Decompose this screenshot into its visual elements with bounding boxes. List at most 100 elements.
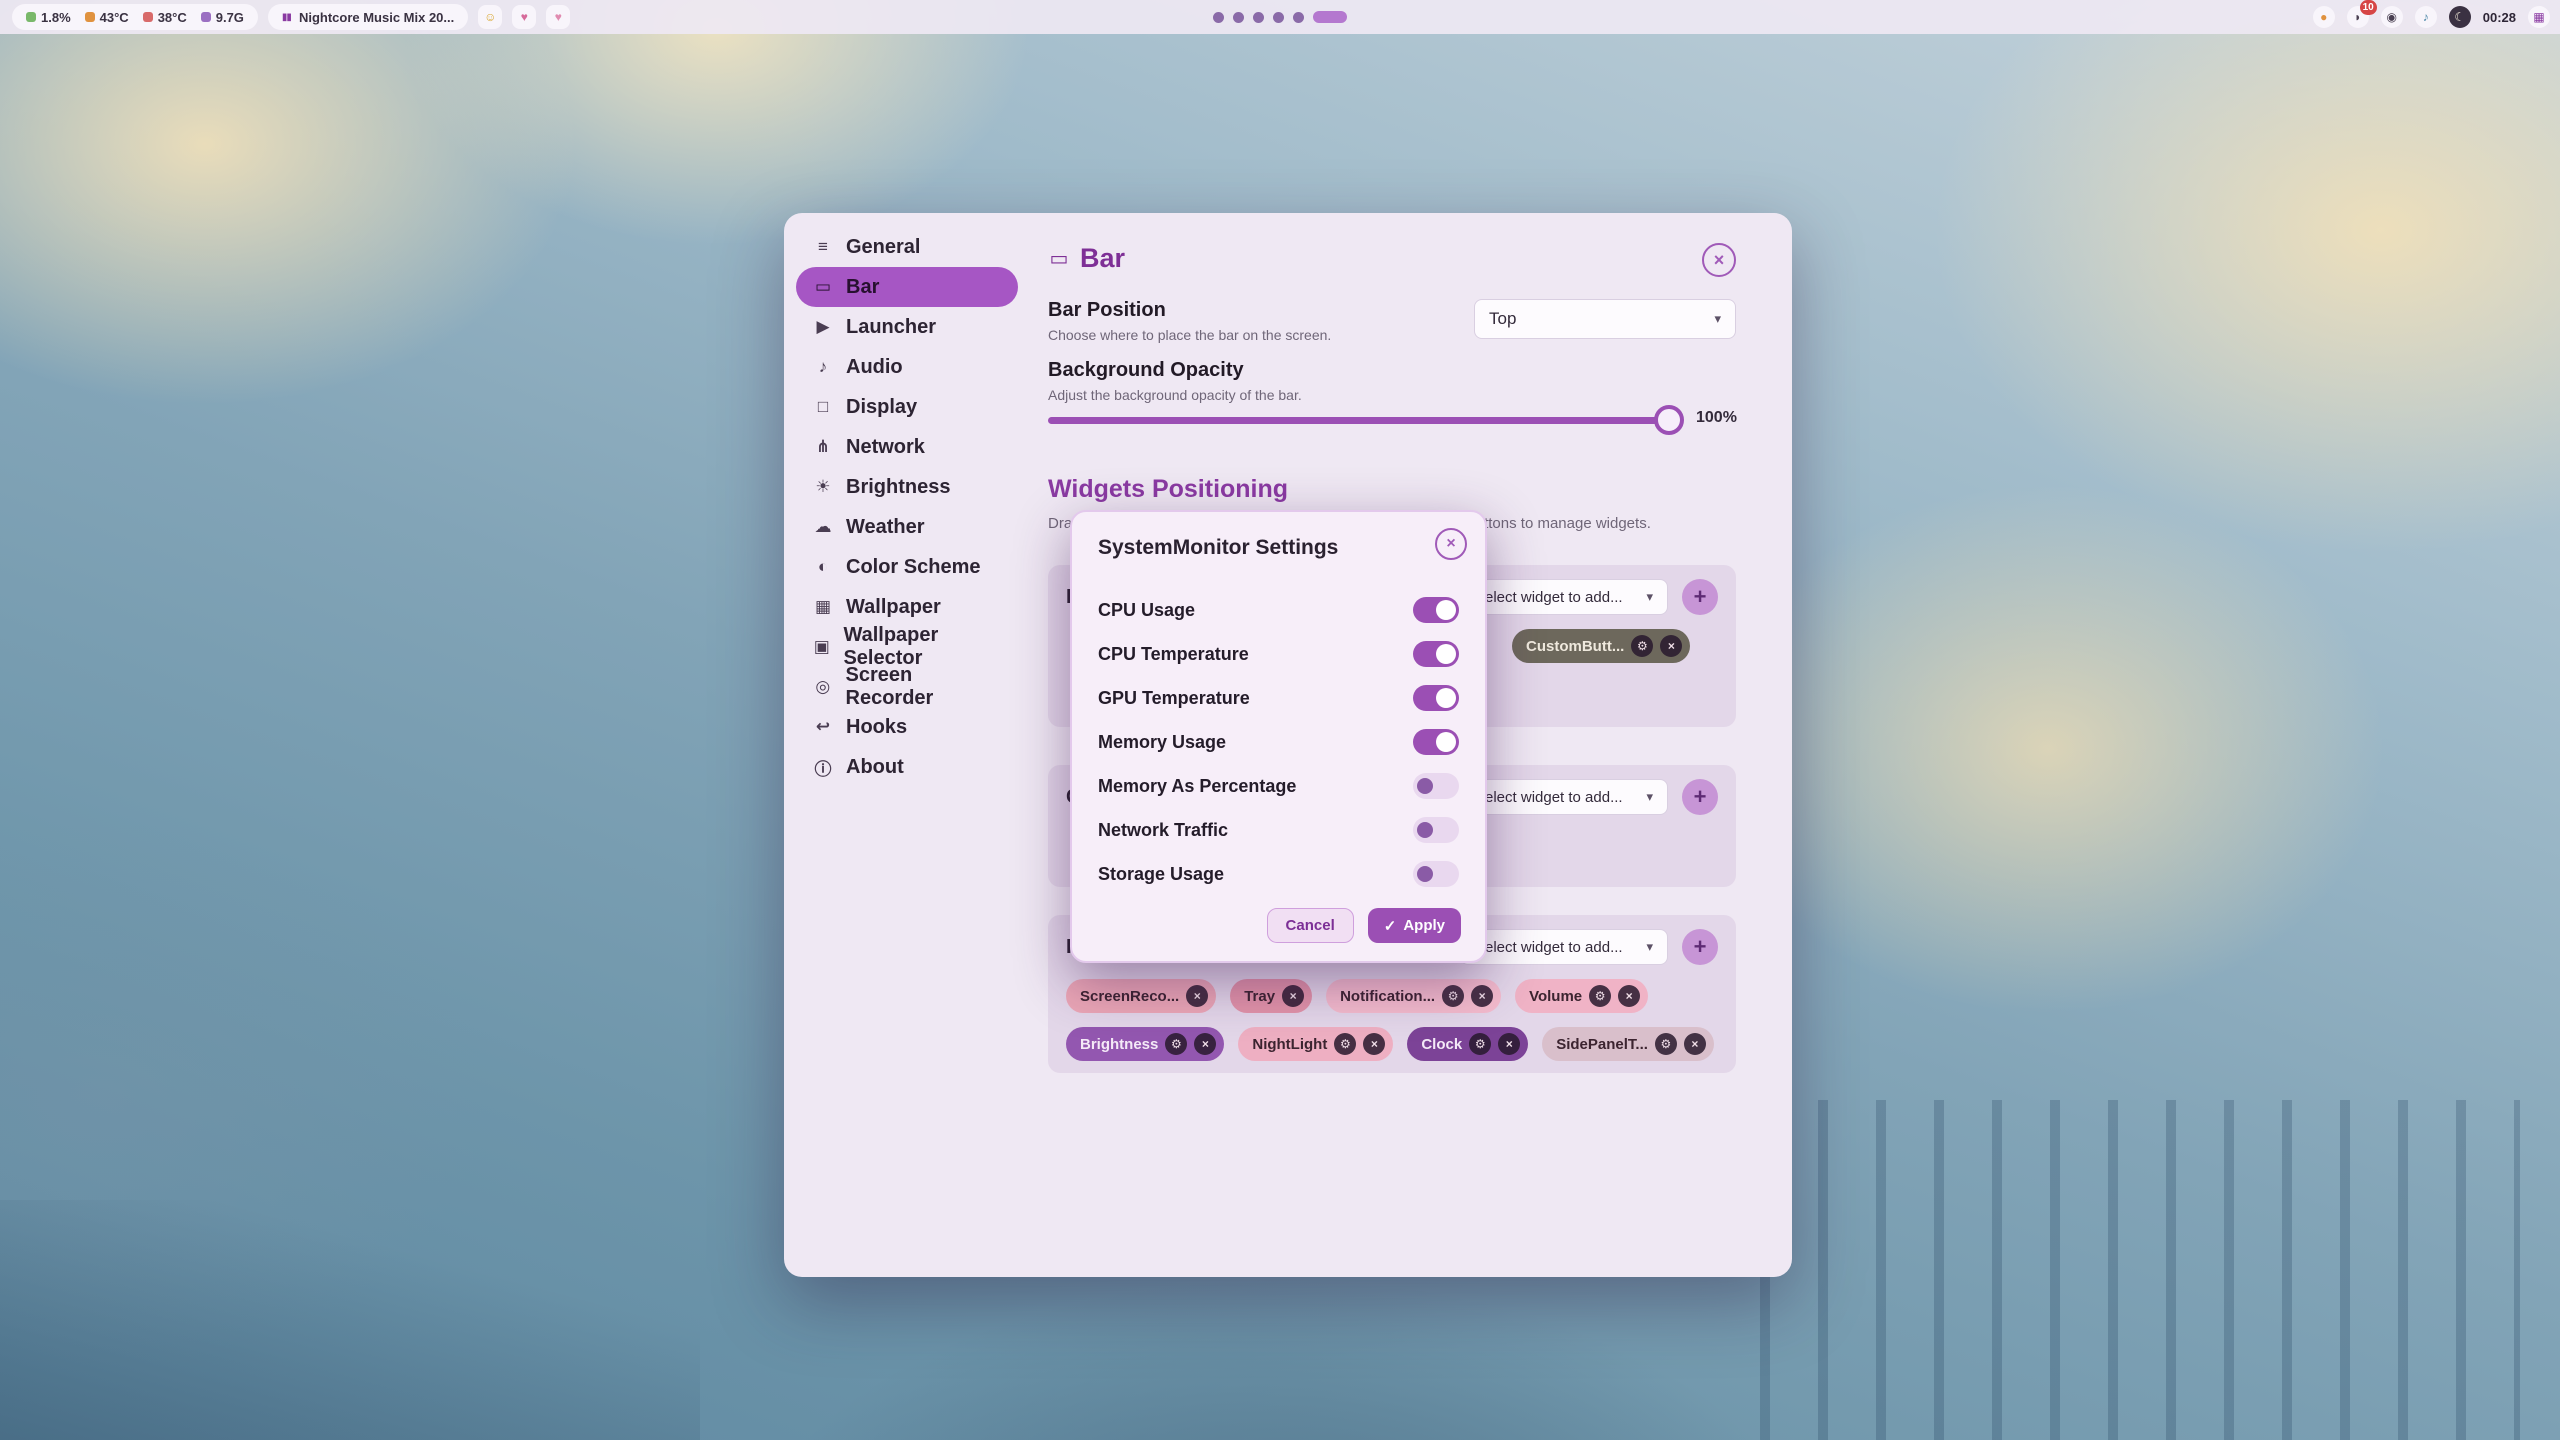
gpu-temp-stat: 38°C	[143, 10, 187, 25]
widget-remove-icon[interactable]: ×	[1618, 985, 1640, 1007]
widget-chip-label: Notification...	[1340, 988, 1435, 1005]
media-player-widget[interactable]: ▮▮ Nightcore Music Mix 20...	[268, 4, 468, 30]
rocket-icon: ▶	[812, 317, 834, 337]
bar-icon: ▭	[812, 277, 834, 297]
network-traffic-toggle[interactable]	[1413, 817, 1459, 843]
add-widget-button[interactable]: +	[1682, 779, 1718, 815]
widget-settings-icon[interactable]: ⚙	[1589, 985, 1611, 1007]
smiley-quick-icon[interactable]: ☺	[478, 5, 502, 29]
heart-quick-icon[interactable]: ♥	[512, 5, 536, 29]
memory-as-percentage-toggle[interactable]	[1413, 773, 1459, 799]
sidebar-item-weather[interactable]: ☁ Weather	[796, 507, 1018, 547]
widget-chip[interactable]: Brightness ⚙ ×	[1066, 1027, 1224, 1061]
systemmonitor-settings-modal: SystemMonitor Settings × CPU Usage CPU T…	[1070, 510, 1487, 963]
right-widgets-select[interactable]: Select widget to add... ▾	[1460, 929, 1668, 965]
screen-record-icon[interactable]: ◉	[2381, 6, 2403, 28]
widget-remove-icon[interactable]: ×	[1498, 1033, 1520, 1055]
speaker-icon: ♪	[812, 357, 834, 377]
widget-chip[interactable]: NightLight ⚙ ×	[1238, 1027, 1393, 1061]
widget-settings-icon[interactable]: ⚙	[1631, 635, 1653, 657]
widget-chip[interactable]: SidePanelT... ⚙ ×	[1542, 1027, 1714, 1061]
widget-remove-icon[interactable]: ×	[1282, 985, 1304, 1007]
workspace-dot[interactable]	[1273, 12, 1284, 23]
widget-remove-icon[interactable]: ×	[1194, 1033, 1216, 1055]
widget-remove-icon[interactable]: ×	[1660, 635, 1682, 657]
cancel-button[interactable]: Cancel	[1267, 908, 1354, 943]
sidebar-item-label: Brightness	[846, 476, 950, 499]
night-light-icon[interactable]: ☾	[2449, 6, 2471, 28]
sidebar-item-launcher[interactable]: ▶ Launcher	[796, 307, 1018, 347]
cpu-temperature-toggle[interactable]	[1413, 641, 1459, 667]
color-picker-icon[interactable]: ●	[2313, 6, 2335, 28]
workspace-dot[interactable]	[1213, 12, 1224, 23]
center-widgets-select[interactable]: Select widget to add... ▾	[1460, 779, 1668, 815]
sidebar-item-label: Wallpaper	[846, 596, 941, 619]
sidebar-item-screen-recorder[interactable]: ◎ Screen Recorder	[796, 667, 1018, 707]
volume-icon[interactable]: ♪	[2415, 6, 2437, 28]
workspace-dot[interactable]	[1293, 12, 1304, 23]
opacity-slider[interactable]	[1048, 417, 1680, 424]
toggle-row-gpu-temperature: GPU Temperature	[1098, 676, 1459, 720]
storage-usage-toggle[interactable]	[1413, 861, 1459, 887]
workspace-dot[interactable]	[1253, 12, 1264, 23]
sidebar-item-about[interactable]: ⓘ About	[796, 747, 1018, 787]
widget-chip-label: SidePanelT...	[1556, 1036, 1648, 1053]
modal-close-button[interactable]: ×	[1435, 528, 1467, 560]
add-widget-button[interactable]: +	[1682, 579, 1718, 615]
sidebar-item-label: Weather	[846, 516, 925, 539]
opacity-slider-thumb[interactable]	[1654, 405, 1684, 435]
widget-settings-icon[interactable]: ⚙	[1165, 1033, 1187, 1055]
left-widgets-select[interactable]: Select widget to add... ▾	[1460, 579, 1668, 615]
widget-chip[interactable]: Volume ⚙ ×	[1515, 979, 1648, 1013]
widget-remove-icon[interactable]: ×	[1186, 985, 1208, 1007]
sidebar-item-brightness[interactable]: ☀ Brightness	[796, 467, 1018, 507]
sidebar-item-bar[interactable]: ▭ Bar	[796, 267, 1018, 307]
sidebar-item-color-scheme[interactable]: ◐ Color Scheme	[796, 547, 1018, 587]
widget-settings-icon[interactable]: ⚙	[1469, 1033, 1491, 1055]
pause-icon[interactable]: ▮▮	[282, 12, 291, 23]
sidebar-item-wallpaper-selector[interactable]: ▣ Wallpaper Selector	[796, 627, 1018, 667]
add-widget-button[interactable]: +	[1682, 929, 1718, 965]
sidebar-item-label: Hooks	[846, 716, 907, 739]
cpu-usage-toggle[interactable]	[1413, 597, 1459, 623]
widget-chip[interactable]: CustomButt... ⚙ ×	[1512, 629, 1690, 663]
widget-chip[interactable]: Tray ×	[1230, 979, 1312, 1013]
notifications-bell-icon[interactable]: ◗ 10	[2347, 6, 2369, 28]
apply-button[interactable]: ✓ Apply	[1368, 908, 1461, 943]
cpu-usage-stat: 1.8%	[26, 10, 71, 25]
background-opacity-description: Adjust the background opacity of the bar…	[1048, 387, 1736, 403]
sidebar-item-wallpaper[interactable]: ▦ Wallpaper	[796, 587, 1018, 627]
gpu-temperature-toggle[interactable]	[1413, 685, 1459, 711]
widget-settings-icon[interactable]: ⚙	[1442, 985, 1464, 1007]
clock-label[interactable]: 00:28	[2483, 10, 2516, 25]
widget-chip[interactable]: Notification... ⚙ ×	[1326, 979, 1501, 1013]
widget-chip[interactable]: ScreenReco... ×	[1066, 979, 1216, 1013]
workspace-active-pill[interactable]	[1313, 11, 1347, 23]
memory-usage-toggle[interactable]	[1413, 729, 1459, 755]
heart2-quick-icon[interactable]: ♥	[546, 5, 570, 29]
sidebar-item-network[interactable]: ⋔ Network	[796, 427, 1018, 467]
widget-remove-icon[interactable]: ×	[1684, 1033, 1706, 1055]
workspace-indicator[interactable]	[1213, 0, 1347, 34]
system-stats-module[interactable]: 1.8% 43°C 38°C 9.7G	[12, 4, 258, 30]
chevron-down-icon: ▾	[1646, 589, 1653, 605]
modal-title: SystemMonitor Settings	[1098, 536, 1338, 560]
sun-icon: ☀	[812, 477, 834, 497]
window-close-button[interactable]: ×	[1702, 243, 1736, 277]
apps-grid-icon[interactable]: ▦	[2528, 6, 2550, 28]
sidebar-item-display[interactable]: □ Display	[796, 387, 1018, 427]
toggle-row-memory-as-percentage: Memory As Percentage	[1098, 764, 1459, 808]
sidebar-item-label: Launcher	[846, 316, 936, 339]
sidebar-item-general[interactable]: ≡ General	[796, 227, 1018, 267]
settings-sidebar: ≡ General ▭ Bar ▶ Launcher ♪ Audio □ Dis…	[796, 227, 1018, 787]
sidebar-item-hooks[interactable]: ↩ Hooks	[796, 707, 1018, 747]
widget-remove-icon[interactable]: ×	[1363, 1033, 1385, 1055]
sidebar-item-audio[interactable]: ♪ Audio	[796, 347, 1018, 387]
sidebar-item-label: Screen Recorder	[846, 664, 1003, 710]
bar-position-select[interactable]: Top ▾	[1474, 299, 1736, 339]
widget-chip[interactable]: Clock ⚙ ×	[1407, 1027, 1528, 1061]
widget-settings-icon[interactable]: ⚙	[1334, 1033, 1356, 1055]
workspace-dot[interactable]	[1233, 12, 1244, 23]
widget-settings-icon[interactable]: ⚙	[1655, 1033, 1677, 1055]
widget-remove-icon[interactable]: ×	[1471, 985, 1493, 1007]
